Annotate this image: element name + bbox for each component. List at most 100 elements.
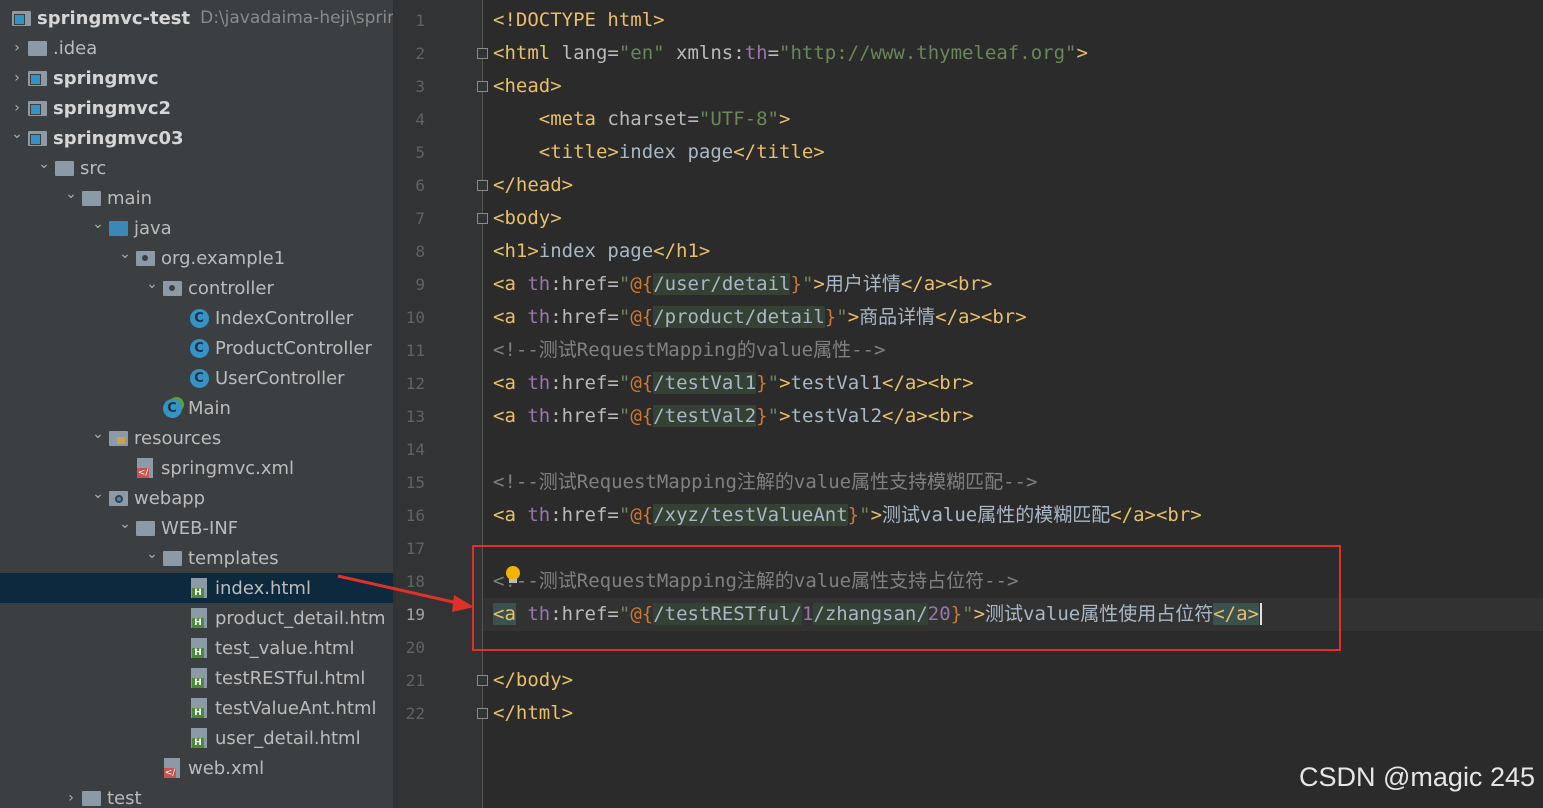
code-line[interactable]: <a th:href="@{/xyz/testValueAnt}">测试valu… [493,499,1202,532]
expand-arrow-icon[interactable]: › [8,70,26,86]
tree-item[interactable]: Htest_value.html [0,633,393,663]
code-line[interactable]: <!DOCTYPE html> [493,4,665,37]
collapse-arrow-icon[interactable]: ⌄ [89,486,107,502]
tree-item[interactable]: ⌄ org.example1 [0,243,393,273]
code-line[interactable]: <a th:href="@{/testVal2}">testVal2</a><b… [493,400,974,433]
line-number[interactable]: 13 [395,400,425,433]
line-number[interactable]: 5 [395,136,425,169]
code-token: <!--测试RequestMapping注解的value属性支持模糊匹配--> [493,471,1038,493]
expand-arrow-icon[interactable]: › [8,100,26,116]
code-token: </head> [493,174,574,196]
code-line[interactable]: <a th:href="@{/testVal1}">testVal1</a><b… [493,367,974,400]
fold-marker-icon[interactable] [477,81,488,92]
code-line[interactable]: </body> [493,664,573,697]
line-number[interactable]: 12 [395,367,425,400]
line-number[interactable]: 2 [395,37,425,70]
code-token: } [790,273,802,295]
line-number[interactable]: 14 [395,433,425,466]
collapse-arrow-icon[interactable]: ⌄ [35,156,53,172]
tree-item[interactable]: › springmvc [0,63,393,93]
collapse-arrow-icon[interactable]: ⌄ [8,126,26,142]
fold-marker-icon[interactable] [477,213,488,224]
line-number[interactable]: 21 [395,664,425,697]
tree-item[interactable]: › test [0,783,393,808]
line-number[interactable]: 10 [395,301,425,334]
line-number[interactable]: 7 [395,202,425,235]
fold-marker-icon[interactable] [477,48,488,59]
tree-item[interactable]: › .idea [0,33,393,63]
code-token: } [756,405,768,427]
collapse-arrow-icon[interactable]: ⌄ [89,216,107,232]
expand-arrow-icon[interactable]: › [8,40,26,56]
code-token: </a><br> [935,306,1027,328]
line-number[interactable]: 22 [395,697,425,730]
tree-item[interactable]: ⌄ templates [0,543,393,573]
code-line[interactable]: <meta charset="UTF-8"> [493,103,791,136]
code-line[interactable]: <h1>index page</h1> [493,235,710,268]
tree-item[interactable]: </springmvc.xml [0,453,393,483]
code-token: } [847,504,860,526]
project-root-row[interactable]: springmvc-test D:\javadaima-heji\spring [0,3,393,33]
code-token: :href= [550,405,619,427]
tree-item[interactable]: Hindex.html [0,573,393,603]
tree-item[interactable]: ⌄ WEB-INF [0,513,393,543]
code-line[interactable]: <title>index page</title> [493,136,825,169]
code-token: </body> [493,669,574,691]
tree-item[interactable]: C Main [0,393,393,423]
code-line[interactable]: </head> [493,169,573,202]
tree-item[interactable]: ⌄ controller [0,273,393,303]
fold-marker-icon[interactable] [477,708,488,719]
tree-item[interactable]: </web.xml [0,753,393,783]
code-line[interactable]: <body> [493,202,562,235]
code-line[interactable]: <a th:href="@{/user/detail}">用户详情</a><br… [493,268,992,301]
code-line[interactable]: <!--测试RequestMapping的value属性--> [493,334,885,367]
tree-item[interactable]: ⌄ webapp [0,483,393,513]
code-token: " [767,372,780,394]
tree-item[interactable]: HtestRESTful.html [0,663,393,693]
code-token: } [824,306,837,328]
line-number[interactable]: 18 [395,565,425,598]
code-line[interactable]: <!--测试RequestMapping注解的value属性支持模糊匹配--> [493,466,1037,499]
line-number[interactable]: 17 [395,532,425,565]
collapse-arrow-icon[interactable]: ⌄ [116,246,134,262]
fold-marker-icon[interactable] [477,180,488,191]
lightbulb-icon[interactable] [506,566,520,580]
resources-folder-icon [107,427,129,449]
collapse-arrow-icon[interactable]: ⌄ [62,186,80,202]
code-line[interactable]: </html> [493,697,573,730]
line-number[interactable]: 19 [395,598,425,631]
tree-item[interactable]: HtestValueAnt.html [0,693,393,723]
code-line[interactable]: <a th:href="@{/product/detail}">商品详情</a>… [493,301,1027,334]
tree-item[interactable]: C UserController [0,363,393,393]
line-number[interactable]: 4 [395,103,425,136]
tree-item[interactable]: ⌄ springmvc03 [0,123,393,153]
tree-item[interactable]: Huser_detail.html [0,723,393,753]
collapse-arrow-icon[interactable]: ⌄ [89,426,107,442]
tree-item[interactable]: › springmvc2 [0,93,393,123]
line-number[interactable]: 3 [395,70,425,103]
line-number[interactable]: 1 [395,4,425,37]
code-token: index page [538,240,654,262]
tree-item[interactable]: ⌄ resources [0,423,393,453]
line-number[interactable]: 15 [395,466,425,499]
tree-item[interactable]: Hproduct_detail.htm [0,603,393,633]
line-number[interactable]: 16 [395,499,425,532]
tree-item[interactable]: C IndexController [0,303,393,333]
line-number[interactable]: 11 [395,334,425,367]
code-editor[interactable]: <!DOCTYPE html> <html lang="en" xmlns:th=… [483,0,1543,808]
line-number[interactable]: 6 [395,169,425,202]
code-line[interactable]: <html lang="en" xmlns:th="http://www.thy… [493,37,1088,70]
line-number[interactable]: 8 [395,235,425,268]
expand-arrow-icon[interactable]: › [62,790,80,806]
tree-item[interactable]: ⌄ java [0,213,393,243]
line-number[interactable]: 9 [395,268,425,301]
code-line[interactable]: <head> [493,70,562,103]
tree-item[interactable]: ⌄ main [0,183,393,213]
line-number[interactable]: 20 [395,631,425,664]
fold-marker-icon[interactable] [477,675,488,686]
collapse-arrow-icon[interactable]: ⌄ [116,516,134,532]
collapse-arrow-icon[interactable]: ⌄ [143,276,161,292]
tree-item[interactable]: C ProductController [0,333,393,363]
collapse-arrow-icon[interactable]: ⌄ [143,546,161,562]
tree-item[interactable]: ⌄ src [0,153,393,183]
